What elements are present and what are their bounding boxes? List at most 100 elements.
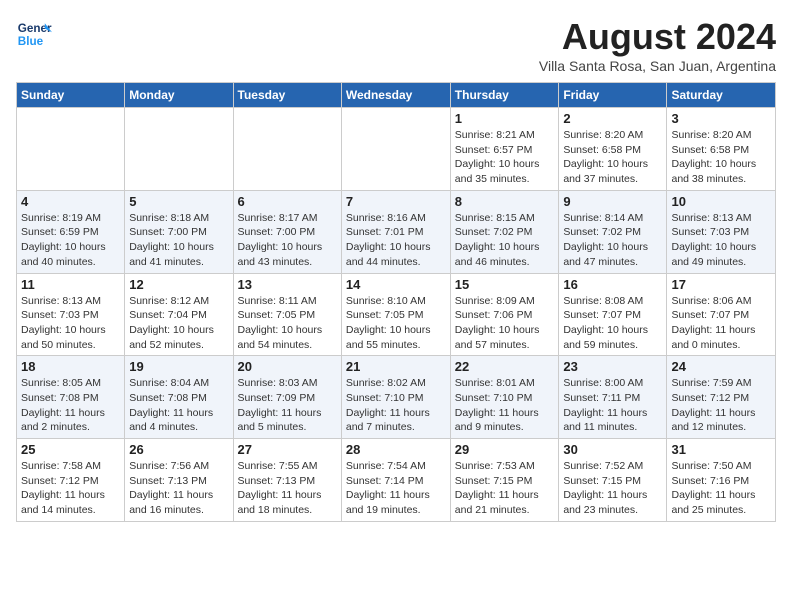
header-tuesday: Tuesday (233, 83, 341, 108)
day-info: Sunrise: 7:54 AMSunset: 7:14 PMDaylight:… (346, 459, 446, 518)
day-number: 22 (455, 359, 555, 374)
day-cell: 2 Sunrise: 8:20 AMSunset: 6:58 PMDaylight… (559, 108, 667, 191)
header-saturday: Saturday (667, 83, 776, 108)
day-number: 8 (455, 194, 555, 209)
day-info: Sunrise: 8:10 AMSunset: 7:05 PMDaylight:… (346, 294, 446, 353)
day-info: Sunrise: 8:05 AMSunset: 7:08 PMDaylight:… (21, 376, 120, 435)
day-number: 24 (671, 359, 771, 374)
day-number: 13 (238, 277, 337, 292)
day-cell (125, 108, 233, 191)
day-number: 31 (671, 442, 771, 457)
day-number: 27 (238, 442, 337, 457)
day-info: Sunrise: 8:14 AMSunset: 7:02 PMDaylight:… (563, 211, 662, 270)
day-cell: 10Sunrise: 8:13 AMSunset: 7:03 PMDayligh… (667, 190, 776, 273)
header-monday: Monday (125, 83, 233, 108)
day-number: 17 (671, 277, 771, 292)
day-cell: 26Sunrise: 7:56 AMSunset: 7:13 PMDayligh… (125, 439, 233, 522)
header-wednesday: Wednesday (341, 83, 450, 108)
day-info: Sunrise: 8:17 AMSunset: 7:00 PMDaylight:… (238, 211, 337, 270)
day-number: 14 (346, 277, 446, 292)
day-cell: 3 Sunrise: 8:20 AMSunset: 6:58 PMDaylight… (667, 108, 776, 191)
day-number: 16 (563, 277, 662, 292)
day-number: 18 (21, 359, 120, 374)
day-cell (17, 108, 125, 191)
day-info: Sunrise: 8:12 AMSunset: 7:04 PMDaylight:… (129, 294, 228, 353)
svg-text:Blue: Blue (18, 35, 44, 48)
day-number: 3 (671, 111, 771, 126)
day-number: 15 (455, 277, 555, 292)
day-cell: 19 Sunrise: 8:04 AMSunset: 7:08 PMDayligh… (125, 356, 233, 439)
day-number: 29 (455, 442, 555, 457)
day-cell: 4Sunrise: 8:19 AMSunset: 6:59 PMDaylight… (17, 190, 125, 273)
day-cell: 6Sunrise: 8:17 AMSunset: 7:00 PMDaylight… (233, 190, 341, 273)
day-cell: 5Sunrise: 8:18 AMSunset: 7:00 PMDaylight… (125, 190, 233, 273)
day-number: 7 (346, 194, 446, 209)
day-cell: 13 Sunrise: 8:11 AMSunset: 7:05 PMDayligh… (233, 273, 341, 356)
day-cell: 27 Sunrise: 7:55 AMSunset: 7:13 PMDayligh… (233, 439, 341, 522)
day-cell: 23 Sunrise: 8:00 AMSunset: 7:11 PMDayligh… (559, 356, 667, 439)
page-header: General Blue August 2024 Villa Santa Ros… (16, 16, 776, 74)
day-cell: 16 Sunrise: 8:08 AMSunset: 7:07 PMDayligh… (559, 273, 667, 356)
day-cell: 20Sunrise: 8:03 AMSunset: 7:09 PMDayligh… (233, 356, 341, 439)
day-cell: 7 Sunrise: 8:16 AMSunset: 7:01 PMDaylight… (341, 190, 450, 273)
week-row-5: 25Sunrise: 7:58 AMSunset: 7:12 PMDayligh… (17, 439, 776, 522)
day-info: Sunrise: 8:09 AMSunset: 7:06 PMDaylight:… (455, 294, 555, 353)
day-number: 11 (21, 277, 120, 292)
day-cell: 29 Sunrise: 7:53 AMSunset: 7:15 PMDayligh… (450, 439, 559, 522)
day-info: Sunrise: 8:00 AMSunset: 7:11 PMDaylight:… (563, 376, 662, 435)
day-number: 10 (671, 194, 771, 209)
day-cell: 1 Sunrise: 8:21 AMSunset: 6:57 PMDaylight… (450, 108, 559, 191)
day-cell: 17 Sunrise: 8:06 AMSunset: 7:07 PMDayligh… (667, 273, 776, 356)
day-info: Sunrise: 7:59 AMSunset: 7:12 PMDaylight:… (671, 376, 771, 435)
calendar-table: SundayMondayTuesdayWednesdayThursdayFrid… (16, 82, 776, 522)
day-cell: 11Sunrise: 8:13 AMSunset: 7:03 PMDayligh… (17, 273, 125, 356)
day-number: 25 (21, 442, 120, 457)
day-cell: 24 Sunrise: 7:59 AMSunset: 7:12 PMDayligh… (667, 356, 776, 439)
day-info: Sunrise: 7:55 AMSunset: 7:13 PMDaylight:… (238, 459, 337, 518)
day-info: Sunrise: 8:19 AMSunset: 6:59 PMDaylight:… (21, 211, 120, 270)
day-cell: 18 Sunrise: 8:05 AMSunset: 7:08 PMDayligh… (17, 356, 125, 439)
day-cell: 14 Sunrise: 8:10 AMSunset: 7:05 PMDayligh… (341, 273, 450, 356)
week-row-2: 4Sunrise: 8:19 AMSunset: 6:59 PMDaylight… (17, 190, 776, 273)
day-number: 30 (563, 442, 662, 457)
day-number: 19 (129, 359, 228, 374)
day-info: Sunrise: 7:56 AMSunset: 7:13 PMDaylight:… (129, 459, 228, 518)
day-cell: 25Sunrise: 7:58 AMSunset: 7:12 PMDayligh… (17, 439, 125, 522)
day-info: Sunrise: 7:52 AMSunset: 7:15 PMDaylight:… (563, 459, 662, 518)
day-number: 23 (563, 359, 662, 374)
day-cell (233, 108, 341, 191)
day-cell: 12 Sunrise: 8:12 AMSunset: 7:04 PMDayligh… (125, 273, 233, 356)
location: Villa Santa Rosa, San Juan, Argentina (539, 58, 776, 74)
week-row-3: 11Sunrise: 8:13 AMSunset: 7:03 PMDayligh… (17, 273, 776, 356)
header-sunday: Sunday (17, 83, 125, 108)
day-info: Sunrise: 8:08 AMSunset: 7:07 PMDaylight:… (563, 294, 662, 353)
day-number: 2 (563, 111, 662, 126)
day-number: 12 (129, 277, 228, 292)
day-info: Sunrise: 8:18 AMSunset: 7:00 PMDaylight:… (129, 211, 228, 270)
day-cell: 8Sunrise: 8:15 AMSunset: 7:02 PMDaylight… (450, 190, 559, 273)
day-info: Sunrise: 8:20 AMSunset: 6:58 PMDaylight:… (671, 128, 771, 187)
day-info: Sunrise: 8:04 AMSunset: 7:08 PMDaylight:… (129, 376, 228, 435)
day-info: Sunrise: 8:20 AMSunset: 6:58 PMDaylight:… (563, 128, 662, 187)
day-number: 9 (563, 194, 662, 209)
day-info: Sunrise: 8:06 AMSunset: 7:07 PMDaylight:… (671, 294, 771, 353)
day-cell: 9 Sunrise: 8:14 AMSunset: 7:02 PMDaylight… (559, 190, 667, 273)
day-number: 20 (238, 359, 337, 374)
month-title: August 2024 (539, 16, 776, 58)
title-block: August 2024 Villa Santa Rosa, San Juan, … (539, 16, 776, 74)
day-cell: 28Sunrise: 7:54 AMSunset: 7:14 PMDayligh… (341, 439, 450, 522)
day-info: Sunrise: 7:50 AMSunset: 7:16 PMDaylight:… (671, 459, 771, 518)
day-cell: 22Sunrise: 8:01 AMSunset: 7:10 PMDayligh… (450, 356, 559, 439)
day-info: Sunrise: 7:53 AMSunset: 7:15 PMDaylight:… (455, 459, 555, 518)
logo: General Blue (16, 16, 52, 52)
logo-icon: General Blue (16, 16, 52, 52)
day-info: Sunrise: 8:11 AMSunset: 7:05 PMDaylight:… (238, 294, 337, 353)
day-info: Sunrise: 8:16 AMSunset: 7:01 PMDaylight:… (346, 211, 446, 270)
day-info: Sunrise: 8:21 AMSunset: 6:57 PMDaylight:… (455, 128, 555, 187)
day-cell (341, 108, 450, 191)
week-row-4: 18 Sunrise: 8:05 AMSunset: 7:08 PMDayligh… (17, 356, 776, 439)
day-number: 1 (455, 111, 555, 126)
day-cell: 21Sunrise: 8:02 AMSunset: 7:10 PMDayligh… (341, 356, 450, 439)
day-cell: 15 Sunrise: 8:09 AMSunset: 7:06 PMDayligh… (450, 273, 559, 356)
day-number: 21 (346, 359, 446, 374)
